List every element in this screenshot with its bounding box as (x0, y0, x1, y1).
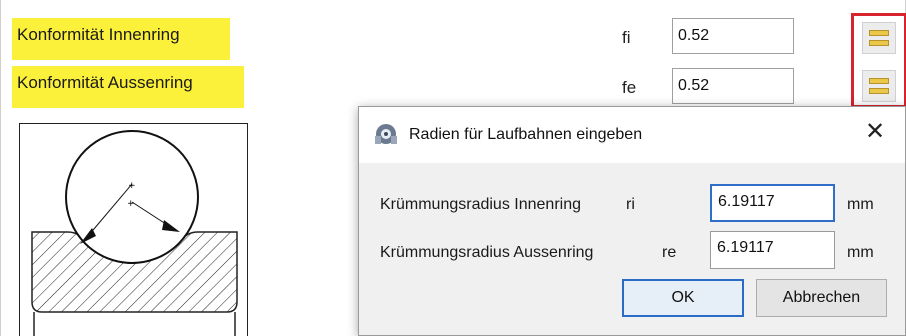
label-inner-conformity: Konformität Innenring (12, 18, 230, 60)
label-inner-radius: Krümmungsradius Innenring (380, 196, 581, 213)
radius-dialog: Radien für Laufbahnen eingeben ✕ Krümmun… (358, 106, 906, 336)
symbol-ri: ri (626, 196, 635, 213)
raceway-diagram: + + (19, 123, 248, 336)
cancel-button[interactable]: Abbrechen (756, 279, 887, 317)
inner-radius-input[interactable]: 6.19117 (710, 184, 835, 222)
outer-radius-input[interactable]: 6.19117 (710, 231, 835, 269)
app-icon (375, 124, 397, 144)
close-icon[interactable]: ✕ (865, 120, 885, 144)
label-outer-radius: Krümmungsradius Aussenring (380, 244, 594, 261)
list-bars-icon (869, 78, 889, 94)
svg-text:+: + (128, 181, 136, 191)
outer-conformity-input[interactable]: 0.52 (672, 68, 794, 104)
symbol-fe: fe (622, 78, 637, 97)
list-bars-icon (869, 30, 889, 46)
dialog-title: Radien für Laufbahnen eingeben (409, 126, 643, 143)
symbol-re: re (662, 244, 677, 261)
raceway-illustration: + + (31, 130, 238, 336)
ok-button[interactable]: OK (622, 279, 744, 317)
inner-conformity-input[interactable]: 0.52 (672, 18, 794, 54)
unit-inner-radius: mm (847, 196, 874, 213)
symbol-fi: fi (622, 28, 631, 47)
dialog-titlebar: Radien für Laufbahnen eingeben ✕ (359, 107, 905, 163)
outer-radius-dialog-button[interactable] (862, 70, 896, 102)
unit-outer-radius: mm (847, 244, 874, 261)
ball (65, 130, 199, 264)
label-outer-conformity: Konformität Aussenring (12, 66, 244, 108)
svg-text:+: + (127, 199, 135, 209)
inner-radius-dialog-button[interactable] (862, 22, 896, 54)
